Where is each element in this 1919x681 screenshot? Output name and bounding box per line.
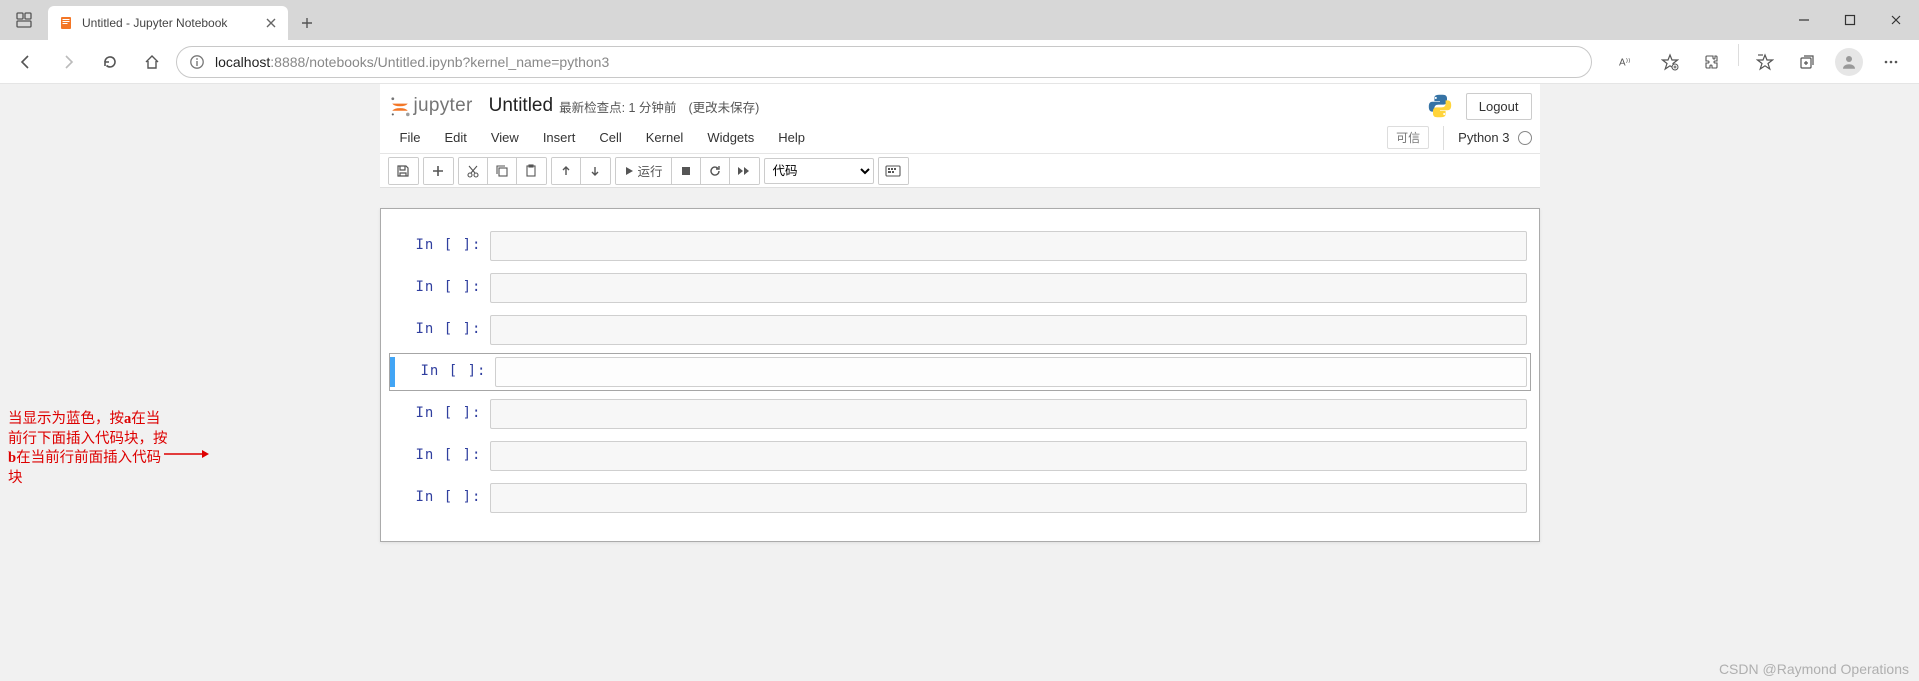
code-cell[interactable]: In [ ]: xyxy=(389,437,1531,475)
home-button[interactable] xyxy=(134,44,170,80)
code-cell[interactable]: In [ ]: xyxy=(389,269,1531,307)
cell-input[interactable] xyxy=(495,357,1527,387)
move-up-button[interactable] xyxy=(552,158,581,184)
cut-button[interactable] xyxy=(459,158,488,184)
menu-help[interactable]: Help xyxy=(766,122,817,153)
jupyter-toolbar: 运行 代码 xyxy=(380,154,1540,188)
cell-prompt: In [ ]: xyxy=(390,231,490,261)
favorites-icon[interactable] xyxy=(1650,44,1690,80)
favorites-bar-icon[interactable] xyxy=(1745,44,1785,80)
menu-insert[interactable]: Insert xyxy=(531,122,588,153)
refresh-button[interactable] xyxy=(92,44,128,80)
menu-widgets[interactable]: Widgets xyxy=(695,122,766,153)
cell-input[interactable] xyxy=(490,441,1527,471)
new-tab-button[interactable] xyxy=(292,8,322,38)
paste-button[interactable] xyxy=(517,158,546,184)
page-content: jupyter Untitled 最新检查点: 1 分钟前 (更改未保存) Lo… xyxy=(0,84,1919,681)
notebook-title[interactable]: Untitled xyxy=(489,95,553,117)
interrupt-button[interactable] xyxy=(672,158,701,184)
run-all-button[interactable] xyxy=(730,158,759,184)
forward-button[interactable] xyxy=(50,44,86,80)
autosave-status: (更改未保存) xyxy=(688,97,759,116)
browser-toolbar: localhost:8888/notebooks/Untitled.ipynb?… xyxy=(0,40,1919,84)
menu-cell[interactable]: Cell xyxy=(587,122,633,153)
kernel-status-icon xyxy=(1518,131,1532,145)
collections-icon[interactable] xyxy=(1787,44,1827,80)
site-info-icon[interactable] xyxy=(189,54,205,70)
read-aloud-icon[interactable]: A⁾⁾ xyxy=(1608,44,1648,80)
tab-title: Untitled - Jupyter Notebook xyxy=(82,16,256,30)
svg-text:A⁾⁾: A⁾⁾ xyxy=(1619,57,1630,68)
cell-prompt: In [ ]: xyxy=(390,273,490,303)
window-maximize-button[interactable] xyxy=(1827,0,1873,40)
save-button[interactable] xyxy=(389,158,418,184)
python-icon xyxy=(1426,92,1454,120)
annotation-text: 当显示为蓝色，按a在当前行下面插入代码块，按b在当前行前面插入代码块 xyxy=(8,410,170,488)
jupyter-logo[interactable]: jupyter xyxy=(388,94,473,118)
jupyter-logo-icon xyxy=(388,94,412,118)
address-bar[interactable]: localhost:8888/notebooks/Untitled.ipynb?… xyxy=(176,46,1592,78)
run-button[interactable]: 运行 xyxy=(616,158,672,184)
code-cell[interactable]: In [ ]: xyxy=(389,311,1531,349)
cell-prompt: In [ ]: xyxy=(395,357,495,387)
watermark: CSDN @Raymond Operations xyxy=(1719,661,1909,677)
extensions-icon[interactable] xyxy=(1692,44,1732,80)
move-down-button[interactable] xyxy=(581,158,610,184)
jupyter-menubar: File Edit View Insert Cell Kernel Widget… xyxy=(380,122,1540,154)
menu-file[interactable]: File xyxy=(388,122,433,153)
browser-tab-active[interactable]: Untitled - Jupyter Notebook xyxy=(48,6,288,40)
jupyter-header: jupyter Untitled 最新检查点: 1 分钟前 (更改未保存) Lo… xyxy=(380,84,1540,122)
cell-input[interactable] xyxy=(490,231,1527,261)
restart-button[interactable] xyxy=(701,158,730,184)
browser-titlebar: Untitled - Jupyter Notebook xyxy=(0,0,1919,40)
cell-input[interactable] xyxy=(490,483,1527,513)
cell-prompt: In [ ]: xyxy=(390,399,490,429)
copy-button[interactable] xyxy=(488,158,517,184)
code-cell[interactable]: In [ ]: xyxy=(389,395,1531,433)
back-button[interactable] xyxy=(8,44,44,80)
annotation-arrow-icon xyxy=(162,447,210,461)
window-controls xyxy=(1781,0,1919,40)
profile-button[interactable] xyxy=(1829,44,1869,80)
code-cell[interactable]: In [ ]: xyxy=(389,227,1531,265)
cell-input[interactable] xyxy=(490,399,1527,429)
window-close-button[interactable] xyxy=(1873,0,1919,40)
code-cell[interactable]: In [ ]: xyxy=(389,479,1531,517)
add-cell-button[interactable] xyxy=(424,158,453,184)
jupyter-favicon xyxy=(58,15,74,31)
menu-view[interactable]: View xyxy=(479,122,531,153)
close-icon[interactable] xyxy=(264,16,278,30)
kernel-indicator[interactable]: Python 3 xyxy=(1443,126,1531,150)
cell-prompt: In [ ]: xyxy=(390,441,490,471)
more-icon[interactable] xyxy=(1871,44,1911,80)
cell-type-select[interactable]: 代码 xyxy=(764,158,874,184)
menu-kernel[interactable]: Kernel xyxy=(634,122,696,153)
url-text: localhost:8888/notebooks/Untitled.ipynb?… xyxy=(215,54,609,70)
cell-prompt: In [ ]: xyxy=(390,315,490,345)
trusted-indicator[interactable]: 可信 xyxy=(1387,126,1429,149)
window-minimize-button[interactable] xyxy=(1781,0,1827,40)
checkpoint-status: 最新检查点: 1 分钟前 xyxy=(559,97,676,116)
menu-edit[interactable]: Edit xyxy=(432,122,478,153)
code-cell-selected[interactable]: In [ ]: xyxy=(389,353,1531,391)
logout-button[interactable]: Logout xyxy=(1466,93,1532,120)
cell-prompt: In [ ]: xyxy=(390,483,490,513)
tab-overview-button[interactable] xyxy=(6,2,42,38)
cell-input[interactable] xyxy=(490,315,1527,345)
command-palette-button[interactable] xyxy=(879,158,908,184)
notebook-body: In [ ]: In [ ]: In [ ]: In [ ]: In [ ]: … xyxy=(380,208,1540,542)
cell-input[interactable] xyxy=(490,273,1527,303)
